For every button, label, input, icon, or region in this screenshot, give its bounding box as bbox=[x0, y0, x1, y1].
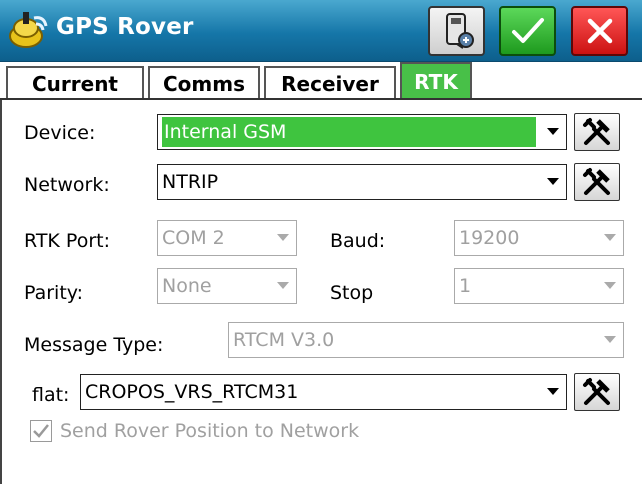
message-type-label: Message Type: bbox=[24, 334, 164, 356]
tools-icon bbox=[583, 118, 610, 145]
message-type-value: RTCM V3.0 bbox=[233, 329, 335, 351]
ok-button[interactable] bbox=[499, 6, 556, 56]
tab-current[interactable]: Current bbox=[6, 66, 144, 100]
baud-value: 19200 bbox=[459, 227, 520, 249]
network-select[interactable]: NTRIP bbox=[157, 164, 567, 200]
tab-comms[interactable]: Comms bbox=[148, 66, 260, 100]
parity-label: Parity: bbox=[24, 282, 84, 304]
dropdown-arrow-icon bbox=[597, 221, 623, 255]
checkmark-icon bbox=[511, 18, 544, 43]
rtk-port-value: COM 2 bbox=[162, 227, 225, 249]
network-settings-button[interactable] bbox=[574, 163, 620, 201]
flat-value: CROPOS_VRS_RTCM31 bbox=[85, 381, 299, 403]
dropdown-arrow-icon bbox=[270, 269, 296, 303]
parity-select[interactable]: None bbox=[157, 268, 297, 304]
cancel-button[interactable] bbox=[571, 6, 628, 56]
stop-label: Stop bbox=[330, 282, 374, 304]
rtk-port-label: RTK Port: bbox=[24, 230, 110, 252]
device-label: Device: bbox=[24, 122, 96, 144]
device-settings-button[interactable] bbox=[574, 113, 620, 151]
send-position-label: Send Rover Position to Network bbox=[60, 420, 360, 442]
receiver-tools-button[interactable] bbox=[428, 6, 485, 56]
network-value: NTRIP bbox=[162, 171, 219, 193]
message-type-select[interactable]: RTCM V3.0 bbox=[228, 322, 624, 358]
device-value: Internal GSM bbox=[162, 117, 536, 147]
gps-rover-icon bbox=[9, 12, 48, 48]
dropdown-arrow-icon bbox=[597, 323, 623, 357]
title-bar: GPS Rover bbox=[0, 0, 642, 62]
stop-value: 1 bbox=[459, 275, 472, 297]
flat-settings-button[interactable] bbox=[574, 373, 620, 411]
rtk-port-select[interactable]: COM 2 bbox=[157, 220, 297, 256]
dropdown-arrow-icon bbox=[540, 115, 566, 149]
network-label: Network: bbox=[24, 174, 110, 196]
tab-rtk[interactable]: RTK bbox=[400, 62, 472, 100]
baud-select[interactable]: 19200 bbox=[454, 220, 624, 256]
receiver-tools-icon bbox=[445, 13, 474, 49]
send-position-checkbox[interactable] bbox=[30, 420, 52, 442]
dropdown-arrow-icon bbox=[540, 375, 566, 409]
tools-icon bbox=[583, 378, 610, 405]
baud-label: Baud: bbox=[330, 230, 386, 252]
dropdown-arrow-icon bbox=[597, 269, 623, 303]
close-icon bbox=[587, 18, 612, 44]
window-title: GPS Rover bbox=[56, 14, 194, 40]
tab-receiver[interactable]: Receiver bbox=[264, 66, 396, 100]
flat-label: flat: bbox=[32, 384, 70, 406]
parity-value: None bbox=[162, 275, 212, 297]
checkmark-icon bbox=[33, 424, 49, 438]
dropdown-arrow-icon bbox=[270, 221, 296, 255]
tools-icon bbox=[583, 168, 610, 195]
device-select[interactable]: Internal GSM bbox=[157, 114, 567, 150]
stop-select[interactable]: 1 bbox=[454, 268, 624, 304]
send-position-row[interactable]: Send Rover Position to Network bbox=[30, 420, 359, 442]
dropdown-arrow-icon bbox=[540, 165, 566, 199]
tab-strip: Current Comms Receiver RTK bbox=[0, 62, 642, 100]
flat-select[interactable]: CROPOS_VRS_RTCM31 bbox=[80, 374, 567, 410]
